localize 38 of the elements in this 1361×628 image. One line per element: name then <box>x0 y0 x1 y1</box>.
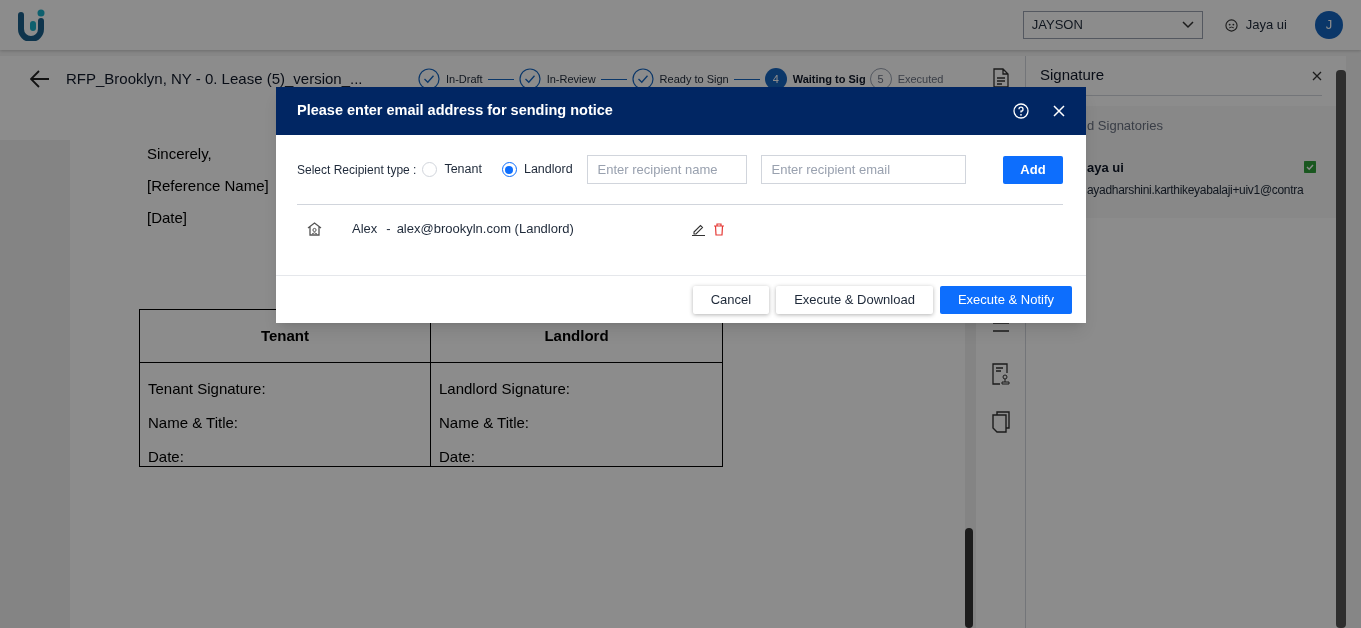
recipient-name: Alex <box>352 220 378 239</box>
radio-label[interactable]: Landlord <box>523 160 573 179</box>
dialog-title: Please enter email address for sending notice <box>297 101 614 121</box>
secondary-button[interactable]: Cancel <box>692 285 770 314</box>
document-text: [Date] <box>147 208 188 228</box>
avatar[interactable]: J <box>1315 11 1343 39</box>
signatory-email: ayadharshini.karthikeyabalaji+uiv1@contra <box>1087 182 1304 199</box>
recipient-email: alex@brookyln.com (Landlord) <box>396 220 575 239</box>
add-button[interactable]: Add <box>1003 155 1063 184</box>
table-cell-text: Name & Title: <box>439 413 531 433</box>
document-text: [Reference Name] <box>147 176 269 196</box>
secondary-button[interactable]: Execute & Download <box>776 285 933 314</box>
step-label: In-Draft <box>446 71 483 87</box>
table-cell-text: Name & Title: <box>148 413 240 433</box>
panel-title: Signature <box>1040 65 1105 86</box>
primary-button[interactable]: Execute & Notify <box>939 285 1072 314</box>
step-label: Ready to Sign <box>659 71 729 87</box>
step-label: Executed <box>897 71 944 87</box>
signatory-name: aya ui <box>1087 158 1124 177</box>
step-label: In-Review <box>546 71 596 87</box>
table-cell-text: Date: <box>439 447 476 466</box>
document-title: RFP_Brooklyn, NY - 0. Lease (5)_version_... <box>66 68 364 89</box>
step-number: 4 <box>764 68 787 90</box>
radio-label[interactable]: Tenant <box>444 160 482 179</box>
field-label: Select Recipient type : <box>297 161 417 179</box>
section-label: d Signatories <box>1087 117 1164 135</box>
user-name: Jaya ui <box>1245 16 1287 35</box>
table-cell-text: Landlord Signature: <box>439 379 571 399</box>
column-header: Landlord <box>544 325 609 346</box>
email-field[interactable]: Enter recipient email <box>760 155 966 184</box>
user-select[interactable]: JAYSON <box>1022 11 1203 39</box>
step-label: Waiting to Sig <box>792 71 866 87</box>
name-field[interactable]: Enter recipient name <box>586 155 747 184</box>
column-header: Tenant <box>260 325 310 346</box>
table-cell-text: Tenant Signature: <box>148 379 267 399</box>
table-cell-text: Date: <box>148 447 185 466</box>
separator: - <box>386 220 391 239</box>
document-text: Sincerely, <box>147 144 212 164</box>
